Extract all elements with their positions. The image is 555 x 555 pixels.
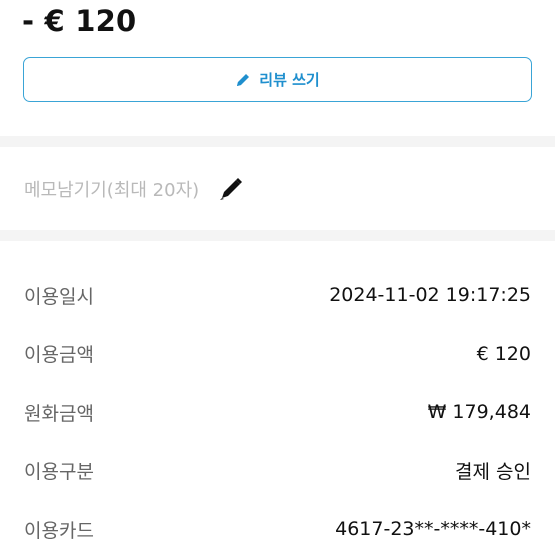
detail-row-amount: 이용금액 € 120 <box>0 325 555 384</box>
detail-value: 4617-23**-****-410* <box>335 518 531 541</box>
detail-label: 이용카드 <box>24 519 94 542</box>
write-review-label: 리뷰 쓰기 <box>259 71 320 89</box>
detail-row-datetime: 이용일시 2024-11-02 19:17:25 <box>0 266 555 325</box>
detail-value: ₩ 179,484 <box>427 401 531 424</box>
transaction-amount: - € 120 <box>22 4 137 38</box>
pen-icon[interactable] <box>217 176 243 202</box>
detail-row-card: 이용카드 4617-23**-****-410* <box>0 500 555 555</box>
detail-row-type: 이용구분 결제 승인 <box>0 442 555 501</box>
detail-label: 원화금액 <box>24 402 94 425</box>
memo-placeholder[interactable]: 메모남기기(최대 20자) <box>24 176 199 202</box>
memo-row[interactable]: 메모남기기(최대 20자) <box>0 147 555 230</box>
detail-label: 이용금액 <box>24 344 94 367</box>
pencil-icon <box>235 72 251 88</box>
detail-label: 이용구분 <box>24 461 94 484</box>
detail-label: 이용일시 <box>24 285 94 308</box>
detail-value: € 120 <box>476 342 531 365</box>
section-divider <box>0 136 555 147</box>
write-review-button[interactable]: 리뷰 쓰기 <box>23 57 532 102</box>
detail-value: 결제 승인 <box>455 461 531 484</box>
detail-value: 2024-11-02 19:17:25 <box>329 284 531 307</box>
detail-row-krw-amount: 원화금액 ₩ 179,484 <box>0 383 555 442</box>
transaction-details: 이용일시 2024-11-02 19:17:25 이용금액 € 120 원화금액… <box>0 241 555 555</box>
section-divider <box>0 230 555 241</box>
